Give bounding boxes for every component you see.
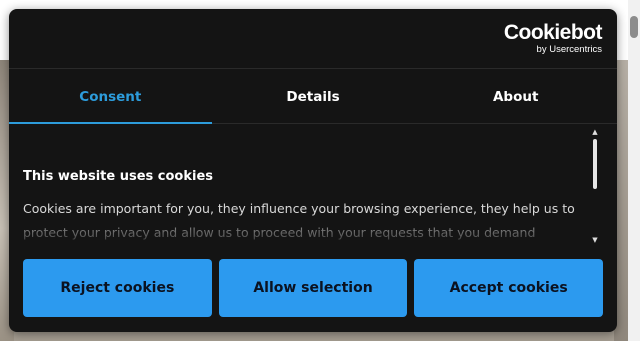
content-title: This website uses cookies bbox=[23, 169, 214, 184]
consent-content[interactable]: This website uses cookies Cookies are im… bbox=[23, 125, 593, 245]
content-scrollbar-thumb[interactable] bbox=[593, 139, 597, 189]
accept-cookies-button[interactable]: Accept cookies bbox=[414, 259, 604, 317]
consent-tabs: Consent Details About bbox=[9, 70, 617, 124]
content-fade bbox=[23, 221, 593, 245]
cookie-consent-dialog: Cookiebot by Usercentrics Consent Detail… bbox=[9, 9, 617, 332]
scroll-up-arrow-icon[interactable]: ▲ bbox=[591, 127, 599, 137]
logo-byline: by Usercentrics bbox=[536, 44, 602, 55]
content-scrollbar[interactable]: ▲ ▼ bbox=[591, 127, 599, 245]
page-scrollbar-thumb[interactable] bbox=[630, 16, 638, 38]
tab-consent[interactable]: Consent bbox=[9, 70, 212, 124]
scroll-down-arrow-icon[interactable]: ▼ bbox=[591, 235, 599, 245]
cookiebot-logo: Cookiebot by Usercentrics bbox=[498, 21, 603, 56]
allow-selection-button[interactable]: Allow selection bbox=[218, 259, 408, 317]
dialog-header: Cookiebot by Usercentrics bbox=[9, 9, 617, 69]
logo-wordmark: Cookiebot bbox=[503, 21, 603, 44]
reject-cookies-button[interactable]: Reject cookies bbox=[23, 259, 212, 317]
tab-about[interactable]: About bbox=[414, 70, 617, 123]
consent-buttons: Reject cookies Allow selection Accept co… bbox=[23, 259, 604, 317]
page-scrollbar[interactable] bbox=[628, 0, 640, 341]
tab-details[interactable]: Details bbox=[212, 70, 415, 123]
